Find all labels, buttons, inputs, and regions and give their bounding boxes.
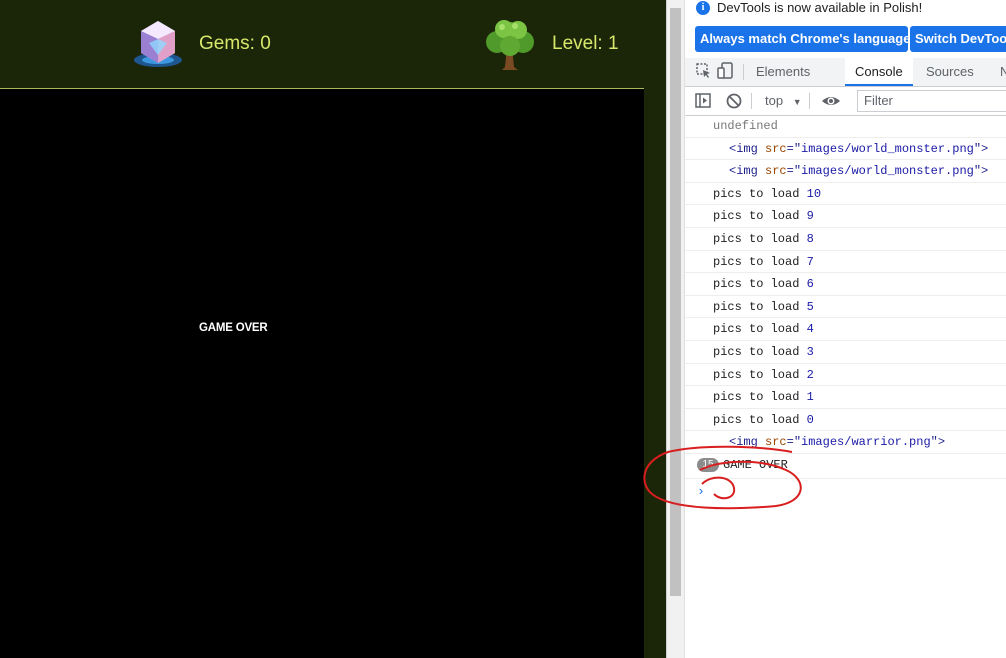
console-prompt-icon: ›: [697, 483, 705, 499]
inspect-element-icon[interactable]: [695, 62, 713, 80]
pics-label: pics to load: [713, 231, 800, 246]
img-src-value: images/warrior.png: [801, 435, 931, 450]
pics-count: 2: [806, 367, 814, 382]
tab-elements[interactable]: Elements: [756, 58, 810, 86]
pics-count: 8: [806, 231, 814, 246]
level-label: Level: 1: [552, 33, 619, 54]
log-entry-img-element[interactable]: <img src="images/warrior.png">: [685, 431, 1006, 454]
gems-label: Gems: 0: [199, 33, 271, 54]
filter-input[interactable]: Filter: [857, 90, 1006, 112]
show-sidebar-icon[interactable]: [694, 92, 712, 110]
devtools-tab-bar: Elements Console Sources N: [685, 58, 1006, 87]
repeat-count-badge: 15: [697, 457, 719, 472]
tab-network[interactable]: N: [1000, 58, 1006, 86]
console-prompt-row[interactable]: ›: [685, 479, 1006, 502]
pics-label: pics to load: [713, 277, 800, 292]
tab-sources[interactable]: Sources: [926, 58, 974, 86]
info-message: DevTools is now available in Polish!: [717, 0, 923, 15]
always-match-language-button[interactable]: Always match Chrome's language: [695, 26, 910, 52]
pics-count: 0: [806, 412, 814, 427]
pics-count: 5: [806, 299, 814, 314]
log-entry-undefined: undefined: [685, 115, 1006, 138]
log-entry-pics: pics to load 2: [685, 364, 1006, 387]
tab-console[interactable]: Console: [845, 58, 913, 86]
pics-label: pics to load: [713, 390, 800, 405]
log-entry-pics: pics to load 1: [685, 386, 1006, 409]
scrollbar-thumb[interactable]: [670, 8, 681, 596]
level-counter: Level: 1: [482, 0, 619, 88]
pics-count: 4: [806, 322, 814, 337]
log-entry-pics: pics to load 9: [685, 205, 1006, 228]
pics-label: pics to load: [713, 299, 800, 314]
pics-count: 3: [806, 344, 814, 359]
dropdown-arrow-icon: ▼: [792, 97, 802, 107]
context-value: top: [765, 93, 784, 108]
game-over-text: GAME OVER: [199, 322, 268, 334]
gems-counter: Gems: 0: [131, 0, 271, 88]
pics-count: 6: [806, 277, 814, 292]
switch-language-button[interactable]: Switch DevTools to Polish: [910, 26, 1006, 52]
pics-count: 10: [806, 186, 822, 201]
img-src-value: images/world_monster.png: [801, 164, 974, 179]
toolbar-separator: [751, 93, 752, 109]
game-hud-header: Gems: 0 Level: 1: [0, 0, 644, 89]
log-entry-img-element[interactable]: <img src="images/world_monster.png">: [685, 160, 1006, 183]
pics-count: 1: [806, 390, 814, 405]
pics-label: pics to load: [713, 344, 800, 359]
info-icon: i: [696, 1, 710, 15]
page-background-strip: [644, 0, 666, 658]
console-toolbar: top ▼ Filter: [685, 87, 1006, 116]
console-log: undefined <img src="images/world_monster…: [685, 115, 1006, 502]
tab-separator: [743, 64, 744, 80]
pics-label: pics to load: [713, 412, 800, 427]
devtools-panel: i DevTools is now available in Polish! A…: [666, 0, 1006, 658]
pics-count: 9: [806, 209, 814, 224]
pics-label: pics to load: [713, 186, 800, 201]
tree-icon: [486, 20, 534, 70]
language-info-bar: i DevTools is now available in Polish! A…: [685, 0, 1006, 59]
clear-console-icon[interactable]: [725, 92, 743, 110]
game-canvas[interactable]: [0, 89, 644, 658]
game-page: Gems: 0 Level: 1 GAME OVER: [0, 0, 644, 658]
log-entry-game-over: 15 GAME OVER: [685, 454, 1006, 479]
pics-label: pics to load: [713, 322, 800, 337]
crystal-gem-icon: [134, 21, 182, 67]
log-entry-img-element[interactable]: <img src="images/world_monster.png">: [685, 138, 1006, 161]
img-src-value: images/world_monster.png: [801, 141, 974, 156]
device-toolbar-icon[interactable]: [717, 62, 735, 80]
log-entry-pics: pics to load 10: [685, 183, 1006, 206]
game-over-message: GAME OVER: [723, 457, 788, 472]
log-entry-pics: pics to load 4: [685, 318, 1006, 341]
devtools-scrollbar[interactable]: [667, 0, 685, 658]
log-entry-pics: pics to load 8: [685, 228, 1006, 251]
log-entry-pics: pics to load 0: [685, 409, 1006, 432]
log-entry-pics: pics to load 6: [685, 273, 1006, 296]
devtools-content: i DevTools is now available in Polish! A…: [685, 0, 1006, 658]
pics-label: pics to load: [713, 209, 800, 224]
context-selector[interactable]: top ▼: [765, 87, 802, 115]
log-entry-pics: pics to load 7: [685, 251, 1006, 274]
live-expression-eye-icon[interactable]: [821, 92, 841, 110]
pics-label: pics to load: [713, 254, 800, 269]
pics-label: pics to load: [713, 367, 800, 382]
log-entry-pics: pics to load 3: [685, 341, 1006, 364]
toolbar-separator: [809, 93, 810, 109]
pics-count: 7: [806, 254, 814, 269]
log-entry-pics: pics to load 5: [685, 296, 1006, 319]
